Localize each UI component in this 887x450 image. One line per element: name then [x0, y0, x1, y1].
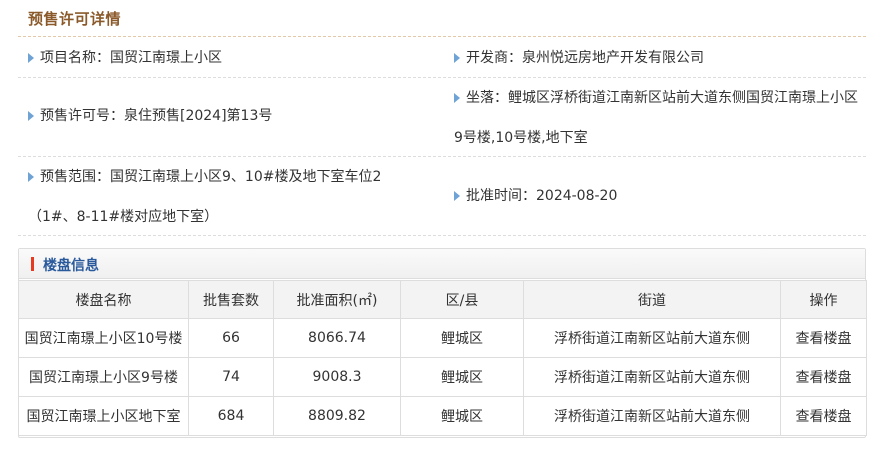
approval-date-label: 批准时间：	[466, 188, 536, 204]
project-name-label: 项目名称：	[40, 50, 110, 66]
district: 鲤城区	[400, 357, 524, 397]
district: 鲤城区	[400, 396, 524, 436]
detail-row-3: 预售范围：国贸江南璟上小区9、10#楼及地下室车位2（1#、8-11#楼对应地下…	[18, 157, 866, 236]
project-name-value: 国贸江南璟上小区	[110, 50, 222, 66]
table-row: 国贸江南璟上小区9号楼 74 9008.3 鲤城区 浮桥街道江南新区站前大道东侧…	[18, 357, 867, 397]
approval-date-value: 2024-08-20	[536, 188, 618, 204]
arrow-right-icon	[454, 53, 460, 63]
approval-date-field: 批准时间： 2024-08-20	[454, 186, 617, 206]
building-name: 国贸江南璟上小区地下室	[18, 396, 189, 436]
buildings-table: 楼盘名称 批售套数 批准面积(㎡) 区/县 街道 操作 国贸江南璟上小区10号楼…	[18, 280, 867, 436]
arrow-right-icon	[28, 111, 34, 121]
units-count: 74	[188, 357, 274, 397]
arrow-right-icon	[454, 93, 460, 103]
location-value: 鲤城区浮桥街道江南新区站前大道东侧国贸江南璟上小区9号楼,10号楼,地下室	[454, 90, 858, 146]
street: 浮桥街道江南新区站前大道东侧	[523, 318, 781, 358]
column-header: 操作	[780, 280, 867, 319]
accent-bar	[31, 257, 34, 271]
detail-row-2: 预售许可号： 泉住预售[2024]第13号 坐落：鲤城区浮桥街道江南新区站前大道…	[18, 78, 866, 157]
scope-field: 预售范围：国贸江南璟上小区9、10#楼及地下室车位2（1#、8-11#楼对应地下…	[28, 167, 428, 247]
arrow-right-icon	[28, 53, 34, 63]
view-building-link[interactable]: 查看楼盘	[780, 396, 867, 436]
permit-number-label: 预售许可号：	[40, 108, 124, 124]
approved-area: 8066.74	[273, 318, 401, 358]
scope-label: 预售范围：	[40, 169, 110, 185]
units-count: 684	[188, 396, 274, 436]
table-header-row: 楼盘名称 批售套数 批准面积(㎡) 区/县 街道 操作	[18, 280, 867, 319]
table-row: 国贸江南璟上小区10号楼 66 8066.74 鲤城区 浮桥街道江南新区站前大道…	[18, 318, 867, 358]
district: 鲤城区	[400, 318, 524, 358]
location-field: 坐落：鲤城区浮桥街道江南新区站前大道东侧国贸江南璟上小区9号楼,10号楼,地下室	[454, 88, 866, 168]
buildings-panel-header: 楼盘信息	[19, 249, 865, 279]
column-header: 街道	[523, 280, 781, 319]
arrow-right-icon	[454, 191, 460, 201]
street: 浮桥街道江南新区站前大道东侧	[523, 396, 781, 436]
title-divider	[18, 36, 866, 37]
permit-number-field: 预售许可号： 泉住预售[2024]第13号	[28, 106, 272, 126]
column-header: 楼盘名称	[18, 280, 189, 319]
detail-row-1: 项目名称： 国贸江南璟上小区 开发商： 泉州悦远房地产开发有限公司	[18, 38, 866, 78]
table-row: 国贸江南璟上小区地下室 684 8809.82 鲤城区 浮桥街道江南新区站前大道…	[18, 396, 867, 436]
column-header: 批售套数	[188, 280, 274, 319]
permit-number-value: 泉住预售[2024]第13号	[124, 108, 273, 124]
buildings-panel: 楼盘信息 楼盘名称 批售套数 批准面积(㎡) 区/县 街道 操作 国贸江南璟上小…	[18, 248, 867, 438]
units-count: 66	[188, 318, 274, 358]
approved-area: 9008.3	[273, 357, 401, 397]
column-header: 区/县	[400, 280, 524, 319]
project-name-field: 项目名称： 国贸江南璟上小区	[28, 48, 222, 68]
buildings-panel-title: 楼盘信息	[43, 258, 99, 274]
approved-area: 8809.82	[273, 396, 401, 436]
building-name: 国贸江南璟上小区9号楼	[18, 357, 189, 397]
arrow-right-icon	[28, 172, 34, 182]
building-name: 国贸江南璟上小区10号楼	[18, 318, 189, 358]
column-header: 批准面积(㎡)	[273, 280, 401, 319]
location-label: 坐落：	[466, 90, 508, 106]
view-building-link[interactable]: 查看楼盘	[780, 318, 867, 358]
page-title: 预售许可详情	[28, 10, 122, 28]
developer-value: 泉州悦远房地产开发有限公司	[522, 50, 704, 66]
developer-label: 开发商：	[466, 50, 522, 66]
view-building-link[interactable]: 查看楼盘	[780, 357, 867, 397]
developer-field: 开发商： 泉州悦远房地产开发有限公司	[454, 48, 704, 68]
street: 浮桥街道江南新区站前大道东侧	[523, 357, 781, 397]
